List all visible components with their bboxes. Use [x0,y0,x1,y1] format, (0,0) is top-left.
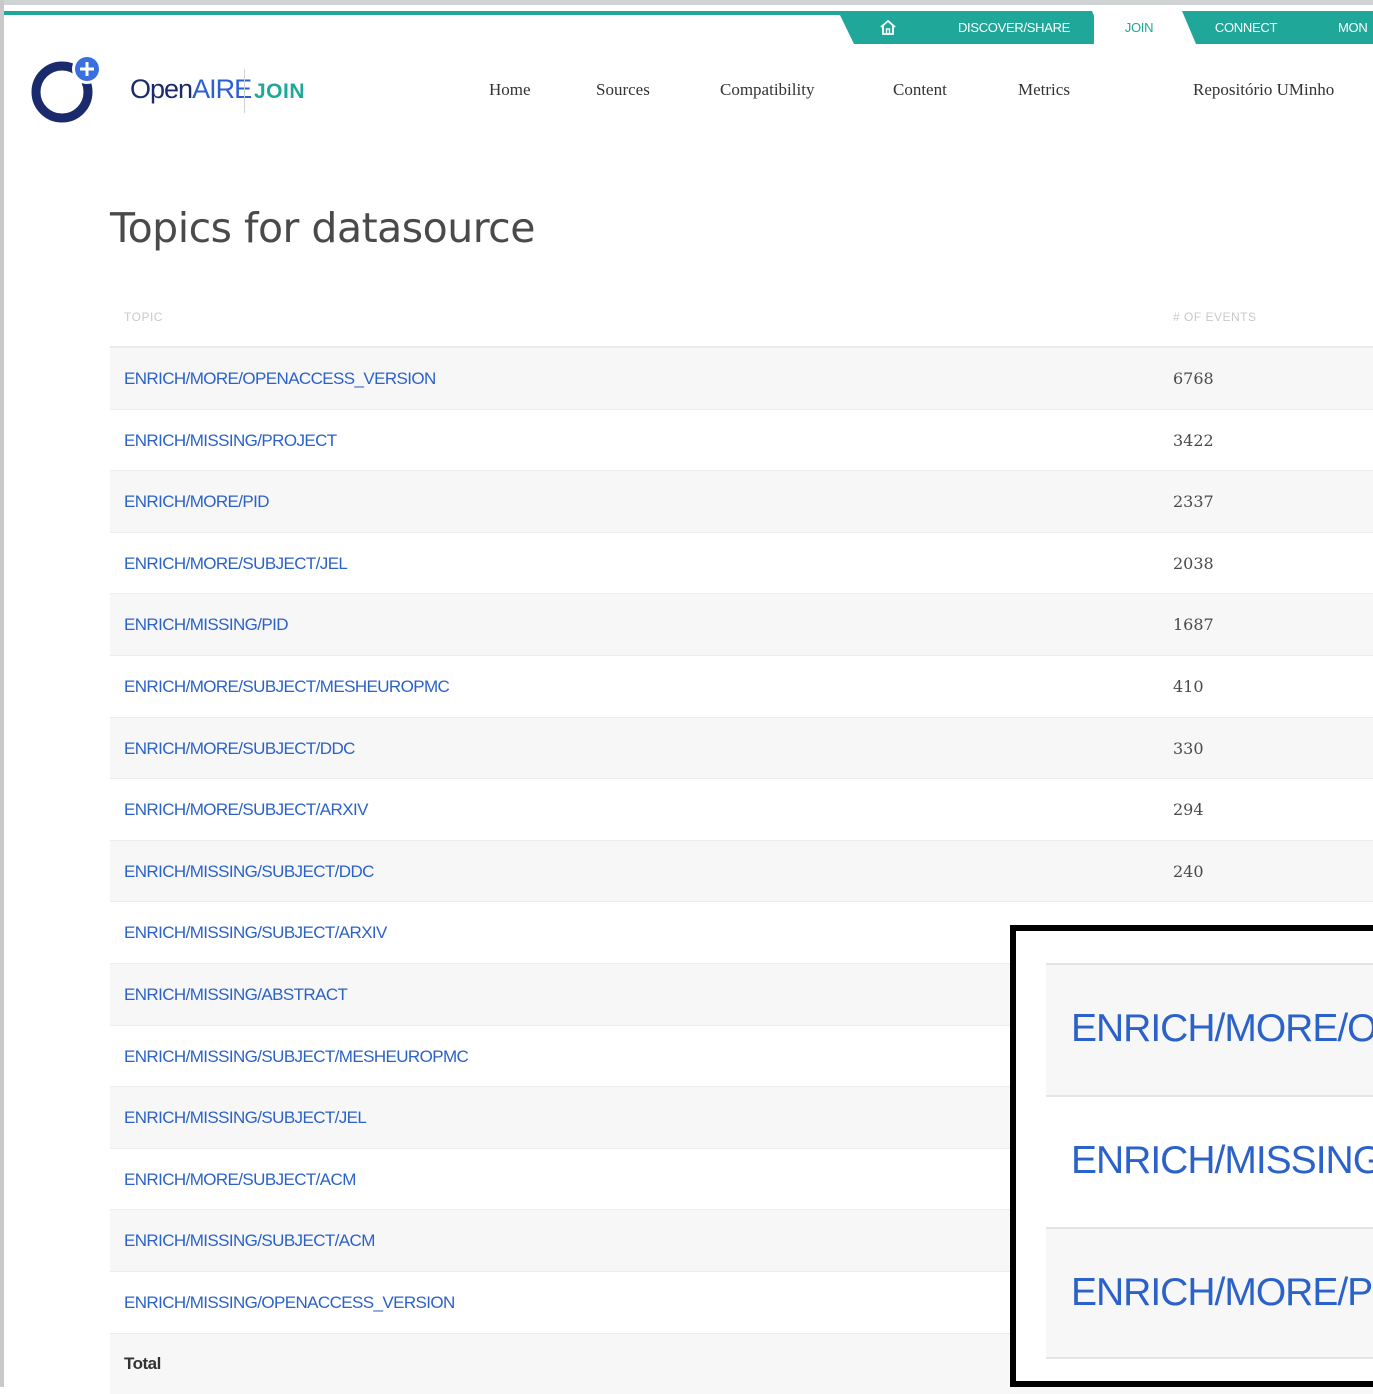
zoom-row: ENRICH/MORE/O [1046,963,1373,1095]
zoom-topic-text: ENRICH/MORE/O [1071,1007,1373,1050]
topic-link[interactable]: ENRICH/MISSING/PROJECT [124,410,337,471]
nav-home[interactable]: Home [489,80,531,100]
table-row: ENRICH/MORE/PID 2337 [110,471,1373,533]
window-frame-left [0,0,4,1387]
topic-link[interactable]: ENRICH/MORE/SUBJECT/ACM [124,1149,356,1210]
zoom-row: ENRICH/MISSING/ [1046,1095,1373,1227]
tab-monitor[interactable]: MON [1308,11,1373,44]
zoom-topic-text: ENRICH/MISSING/ [1071,1139,1373,1182]
topic-link[interactable]: ENRICH/MISSING/SUBJECT/ACM [124,1210,375,1271]
event-count: 294 [1173,800,1204,820]
table-row: ENRICH/MISSING/PID 1687 [110,594,1373,656]
zoom-topic-text: ENRICH/MORE/PI [1071,1271,1373,1314]
table-row: ENRICH/MISSING/PROJECT 3422 [110,410,1373,472]
zoom-inset-content: ENRICH/MORE/O ENRICH/MISSING/ENRICH/MORE/… [1046,963,1373,1359]
topic-link[interactable]: ENRICH/MISSING/OPENACCESS_VERSION [124,1272,455,1333]
tab-discover-share[interactable]: DISCOVER/SHARE [934,11,1094,44]
event-count: 2038 [1173,553,1214,573]
topic-link[interactable]: ENRICH/MORE/SUBJECT/ARXIV [124,779,368,840]
event-count: 3422 [1173,430,1214,450]
event-count: 410 [1173,676,1204,696]
services-nav: DISCOVER/SHARE JOIN CONNECT MON [838,11,1373,44]
topic-link[interactable]: ENRICH/MISSING/ABSTRACT [124,964,348,1025]
topic-link[interactable]: ENRICH/MISSING/PID [124,594,289,655]
home-tab[interactable] [838,11,938,44]
topic-link[interactable]: ENRICH/MISSING/SUBJECT/MESHEUROPMC [124,1026,469,1087]
topic-link[interactable]: ENRICH/MISSING/SUBJECT/ARXIV [124,902,387,963]
main-nav: Home Sources Compatibility Content Metri… [0,80,1373,104]
table-row: ENRICH/MISSING/SUBJECT/DDC 240 [110,840,1373,903]
home-icon [880,19,896,35]
topic-link[interactable]: ENRICH/MISSING/SUBJECT/DDC [124,841,374,902]
header-events: # OF EVENTS [1173,310,1257,324]
nav-metrics[interactable]: Metrics [1018,80,1070,100]
tab-connect[interactable]: CONNECT [1182,11,1310,44]
total-label: Total [124,1353,161,1373]
event-count: 330 [1173,738,1204,758]
table-row: ENRICH/MORE/SUBJECT/ARXIV 294 [110,779,1373,841]
page-title: Topics for datasource [110,204,535,252]
table-row: ENRICH/MORE/SUBJECT/MESHEUROPMC 410 [110,656,1373,718]
table-row: ENRICH/MORE/OPENACCESS_VERSION 6768 [110,348,1373,410]
topic-link[interactable]: ENRICH/MORE/SUBJECT/DDC [124,718,355,779]
event-count: 240 [1173,861,1204,881]
nav-content[interactable]: Content [893,80,947,100]
zoom-row: ENRICH/MORE/PI [1046,1227,1373,1359]
nav-compatibility[interactable]: Compatibility [720,80,814,100]
table-row: ENRICH/MORE/SUBJECT/JEL 2038 [110,533,1373,595]
nav-repository[interactable]: Repositório UMinho [1193,80,1334,100]
tab-join[interactable]: JOIN [1092,11,1186,44]
table-header: TOPIC # OF EVENTS [110,290,1373,348]
event-count: 1687 [1173,615,1214,635]
topic-link[interactable]: ENRICH/MORE/SUBJECT/JEL [124,533,348,594]
topic-link[interactable]: ENRICH/MORE/SUBJECT/MESHEUROPMC [124,656,450,717]
topic-link[interactable]: ENRICH/MORE/PID [124,471,270,532]
event-count: 6768 [1173,369,1214,388]
zoom-inset: ENRICH/MORE/O ENRICH/MISSING/ENRICH/MORE/… [1010,925,1373,1387]
header-topic: TOPIC [124,310,163,324]
topic-link[interactable]: ENRICH/MORE/OPENACCESS_VERSION [124,348,436,409]
nav-sources[interactable]: Sources [596,80,650,100]
event-count: 2337 [1173,492,1214,512]
table-row: ENRICH/MORE/SUBJECT/DDC 330 [110,717,1373,780]
topic-link[interactable]: ENRICH/MISSING/SUBJECT/JEL [124,1087,367,1148]
window-frame-top [0,0,1373,5]
